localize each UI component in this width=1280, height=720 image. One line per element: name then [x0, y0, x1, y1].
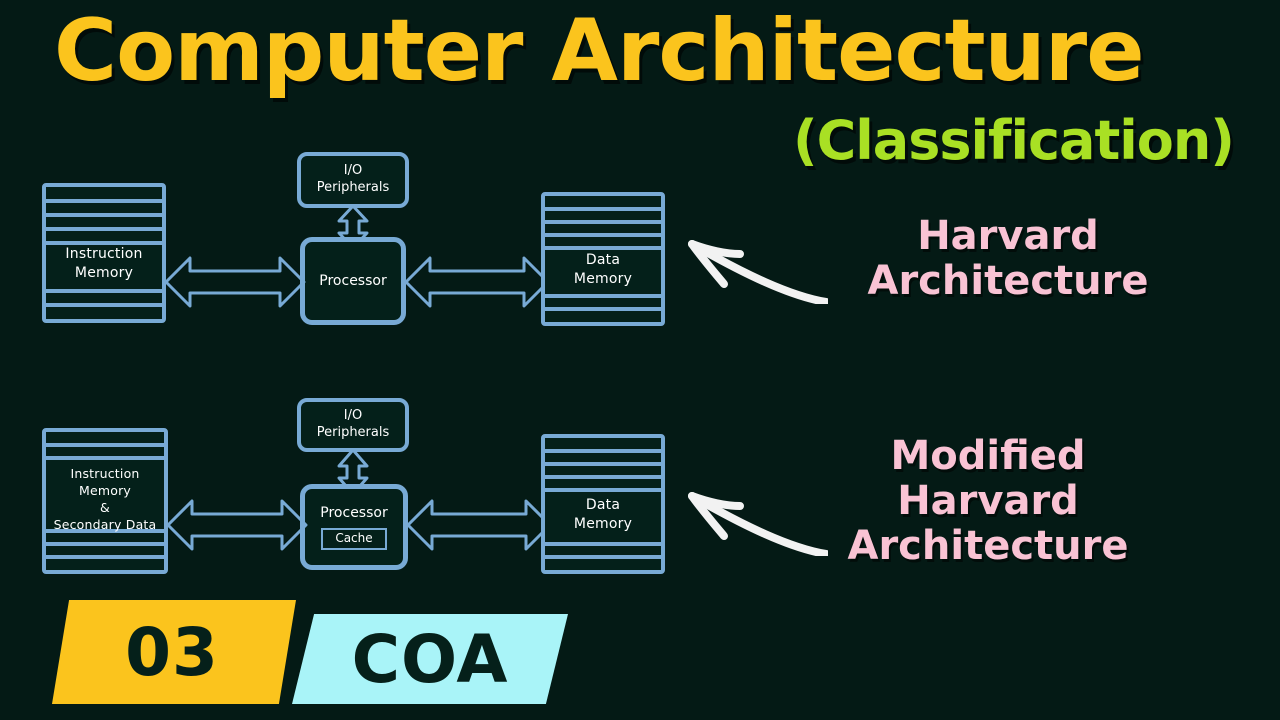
handdrawn-arrow-harvard — [678, 218, 828, 304]
mem-stripe — [545, 294, 661, 298]
lesson-number-tag: 03 — [52, 600, 296, 704]
mem-label-line: & — [100, 499, 110, 515]
mem-stripe — [545, 488, 661, 492]
mem-stripe — [545, 542, 661, 546]
arrow-processor-data-memory-harvard — [404, 248, 550, 316]
mem-stripe — [545, 555, 661, 559]
mem-label-line: Memory — [74, 264, 134, 281]
io-peripherals-box-modified: I/O Peripherals — [297, 398, 409, 452]
annotation-line: Modified — [890, 433, 1086, 479]
arrow-instruction-memory-processor-modified — [166, 491, 308, 559]
mem-stripe — [545, 449, 661, 453]
mem-stripe — [545, 307, 661, 311]
processor-label: Processor — [320, 505, 388, 522]
instruction-memory-label-harvard: Instruction Memory — [46, 245, 162, 283]
mem-stripe — [46, 443, 164, 447]
data-memory-label-harvard: Data Memory — [545, 251, 661, 289]
mem-label-line: Memory — [573, 515, 633, 532]
annotation-harvard-architecture: Harvard Architecture — [838, 214, 1178, 304]
handdrawn-arrow-modified-harvard — [678, 470, 828, 556]
annotation-line: Architecture — [847, 522, 1129, 569]
io-line-1: I/O — [343, 408, 363, 424]
mem-label-line: Secondary Data — [53, 516, 157, 532]
io-line-2: Peripherals — [316, 425, 390, 440]
mem-stripe — [545, 246, 661, 250]
arrow-processor-data-memory-modified — [406, 491, 552, 559]
processor-label: Processor — [319, 272, 387, 289]
processor-box-harvard: Processor — [300, 237, 406, 325]
data-memory-label-modified: Data Memory — [545, 496, 661, 534]
mem-stripe — [46, 303, 162, 307]
mem-stripe — [545, 462, 661, 466]
page-subtitle: (Classification) — [792, 109, 1235, 172]
mem-stripe — [46, 542, 164, 546]
annotation-line: Harvard — [897, 477, 1079, 524]
diagram-modified-harvard: I/O Peripherals Processor Cache Instruct… — [0, 0, 700, 574]
mem-label-line: Memory — [78, 482, 132, 498]
mem-stripe — [46, 555, 164, 559]
mem-label-line: Instruction — [70, 466, 140, 481]
mem-label-line: Data — [585, 252, 621, 268]
mem-stripe — [545, 233, 661, 237]
mem-stripe — [46, 456, 164, 460]
mem-label-line: Data — [585, 497, 621, 513]
instruction-memory-secondary-data-block: Instruction Memory & Secondary Data — [42, 428, 168, 574]
data-memory-block-modified: Data Memory — [541, 434, 665, 574]
cache-box: Cache — [321, 528, 387, 550]
mem-stripe — [545, 220, 661, 224]
bottom-banner: 03 COA — [0, 596, 640, 708]
mem-stripe — [46, 289, 162, 293]
annotation-line: Harvard — [917, 213, 1099, 259]
arrow-instruction-memory-processor-harvard — [164, 248, 306, 316]
mem-stripe — [46, 227, 162, 231]
mem-label-line: Instruction — [65, 246, 143, 262]
instruction-memory-secondary-data-label: Instruction Memory & Secondary Data — [46, 466, 164, 534]
mem-label-line: Memory — [573, 270, 633, 287]
processor-box-modified: Processor Cache — [300, 484, 408, 570]
slide-root: Computer Architecture (Classification) I… — [0, 0, 1280, 720]
mem-stripe — [545, 475, 661, 479]
annotation-modified-harvard-architecture: Modified Harvard Architecture — [818, 434, 1158, 568]
annotation-line: Architecture — [867, 257, 1149, 304]
course-code-tag: COA — [292, 614, 568, 704]
